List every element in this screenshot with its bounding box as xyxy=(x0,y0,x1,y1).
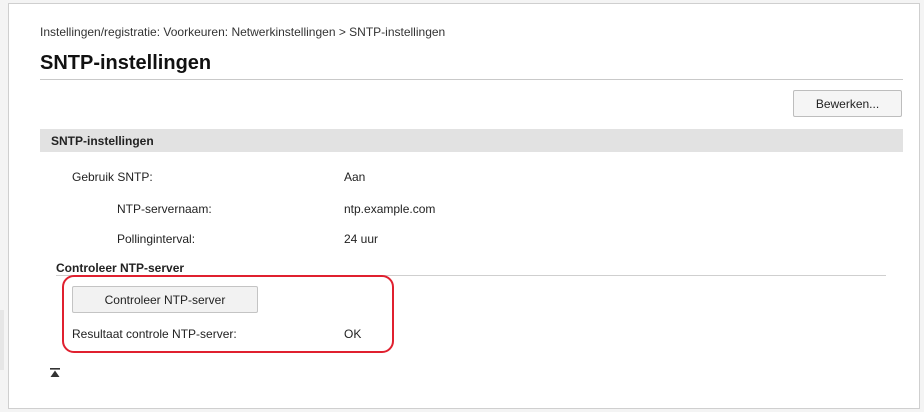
section-header: SNTP-instellingen xyxy=(40,129,903,152)
check-ntp-title: Controleer NTP-server xyxy=(56,261,185,275)
settings-panel: Instellingen/registratie: Voorkeuren: Ne… xyxy=(8,3,920,409)
section-title: SNTP-instellingen xyxy=(51,134,154,148)
check-result-value: OK xyxy=(344,327,362,341)
page-title: SNTP-instellingen xyxy=(40,52,212,74)
breadcrumb: Instellingen/registratie: Voorkeuren: Ne… xyxy=(40,25,446,39)
to-top-icon[interactable] xyxy=(49,367,61,379)
edit-button[interactable]: Bewerken... xyxy=(793,90,902,117)
left-edge-shadow xyxy=(0,310,4,370)
use-sntp-label: Gebruik SNTP: xyxy=(72,170,153,184)
title-divider xyxy=(40,79,903,80)
polling-interval-value: 24 uur xyxy=(344,232,379,246)
use-sntp-value: Aan xyxy=(344,170,366,184)
ntp-server-name-value: ntp.example.com xyxy=(344,202,436,216)
check-ntp-server-button[interactable]: Controleer NTP-server xyxy=(72,286,258,313)
ntp-server-name-label: NTP-servernaam: xyxy=(117,202,212,216)
check-result-label: Resultaat controle NTP-server: xyxy=(72,327,237,341)
polling-interval-label: Pollinginterval: xyxy=(117,232,196,246)
